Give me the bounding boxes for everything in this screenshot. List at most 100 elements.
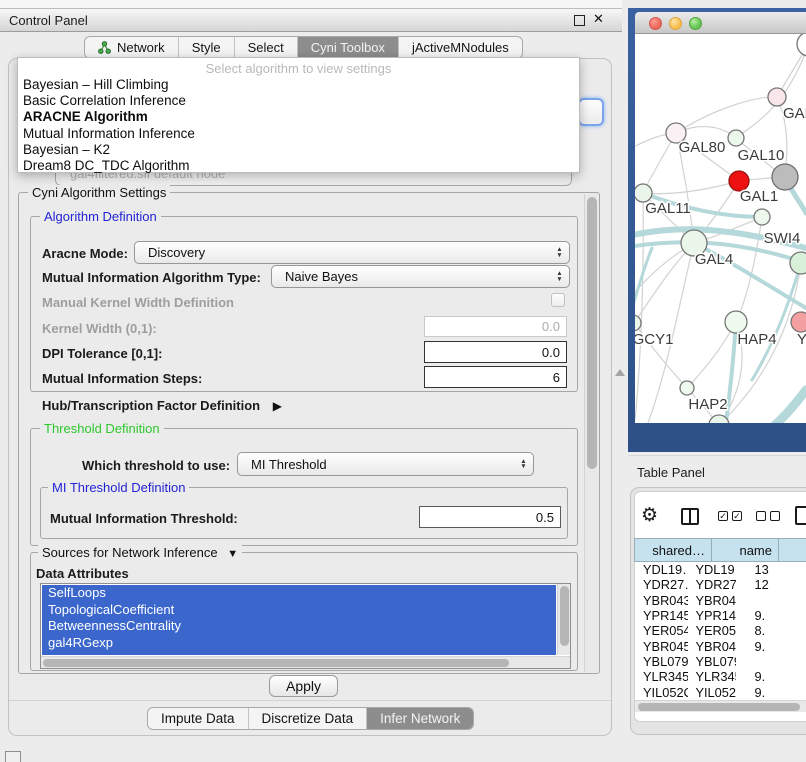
network-node-label: GAL [783, 105, 806, 122]
data-attributes-label: Data Attributes [36, 566, 129, 581]
network-edge [775, 390, 806, 423]
algorithm-option[interactable]: Basic Correlation Inference [18, 93, 579, 109]
table-cell: 9. [736, 639, 806, 654]
network-node-label: GAL10 [738, 147, 785, 164]
network-node-label: HAP4 [737, 331, 776, 348]
settings-gear-icon[interactable]: ⚙ [641, 503, 658, 529]
algorithm-option[interactable]: Dream8 DC_TDC Algorithm [18, 158, 579, 174]
apply-button[interactable]: Apply [269, 675, 338, 697]
table-cell: YER054C [688, 623, 735, 638]
table-row[interactable]: YDR27…YDR27…12 [634, 577, 806, 592]
algorithm-option[interactable]: Bayesian – Hill Climbing [18, 77, 579, 93]
hub-definition-toggle[interactable]: Hub/Transcription Factor Definition ▶ [42, 398, 282, 413]
table-cell: YDL19… [688, 562, 735, 577]
tab-jactivemnodules[interactable]: jActiveMNodules [399, 37, 522, 58]
checkbox-checked-icon[interactable]: ✓ [732, 511, 742, 521]
mi-algorithm-type-combobox[interactable]: Naive Bayes ▲▼ [271, 265, 570, 288]
mi-threshold-field[interactable]: 0.5 [419, 506, 561, 528]
sources-title[interactable]: Sources for Network Inference ▼ [38, 545, 242, 560]
manual-kernel-width-checkbox[interactable] [551, 293, 565, 307]
aracne-mode-combobox[interactable]: Discovery ▲▼ [134, 241, 570, 264]
table-row[interactable]: YPR145WYPR145W9. [634, 608, 806, 623]
algorithm-option[interactable]: Mutual Information Inference [18, 126, 579, 142]
table-row[interactable]: YER054CYER054C8. [634, 623, 806, 638]
list-horizontal-scrollbar[interactable] [41, 656, 570, 668]
tab-discretize-data[interactable]: Discretize Data [249, 708, 368, 729]
tab-select[interactable]: Select [235, 37, 298, 58]
network-node-gcy1[interactable] [635, 315, 641, 331]
tab-style[interactable]: Style [179, 37, 235, 58]
attribute-list-item[interactable]: TopologicalCoefficient [42, 602, 556, 619]
table-row[interactable]: YBR045CYBR045C9. [634, 638, 806, 653]
network-window-titlebar[interactable] [635, 12, 806, 34]
network-node-label: GAL80 [679, 139, 726, 156]
mi-steps-field[interactable]: 6 [424, 366, 567, 388]
mi-algorithm-type-label: Mutual Information Algorithm Type: [42, 270, 261, 285]
dpi-tolerance-field[interactable]: 0.0 [424, 341, 567, 363]
close-traffic-light-icon[interactable] [649, 17, 662, 30]
table-row[interactable]: YBR043CYBR043C [634, 593, 806, 608]
checkbox-checked-icon[interactable]: ✓ [718, 511, 728, 521]
float-window-icon[interactable] [574, 15, 585, 26]
column-header[interactable]: shared… [634, 538, 711, 562]
network-node-swi4[interactable] [754, 209, 770, 225]
table-cell: 9. [736, 669, 806, 684]
settings-vertical-scrollbar[interactable] [584, 194, 598, 672]
algorithm-option[interactable]: ARACNE Algorithm [18, 109, 579, 125]
algorithm-select-placeholder: Select algorithm to view settings [18, 60, 579, 77]
tab-impute-data[interactable]: Impute Data [148, 708, 249, 729]
export-table-icon[interactable] [795, 506, 806, 525]
close-icon[interactable]: ✕ [593, 11, 604, 27]
column-header[interactable]: name [711, 538, 778, 562]
data-attributes-list[interactable]: SelfLoopsTopologicalCoefficientBetweenne… [40, 583, 571, 669]
table-cell: YER054C [634, 623, 688, 638]
list-vertical-scrollbar[interactable] [557, 584, 570, 655]
inference-algorithm-combobox-fragment[interactable] [578, 98, 604, 126]
panel-corner-icon[interactable] [5, 751, 21, 762]
table-cell: 12 [736, 577, 806, 592]
tab-cyni-toolbox[interactable]: Cyni Toolbox [298, 37, 399, 58]
attribute-list-item[interactable]: gal4RGexp [42, 635, 556, 652]
table-cell: YBR045C [688, 639, 735, 654]
attribute-list-item[interactable]: SelfLoops [42, 585, 556, 602]
column-header[interactable] [778, 538, 806, 562]
splitter-handle[interactable] [615, 369, 625, 376]
tab-infer-network[interactable]: Infer Network [367, 708, 473, 729]
attribute-list-item[interactable]: BetweennessCentrality [42, 618, 556, 635]
table-horizontal-scrollbar[interactable] [635, 700, 806, 712]
table-row[interactable]: YIL052CYIL052C9. [634, 684, 806, 699]
table-row[interactable]: YBL079WYBL079W [634, 654, 806, 669]
network-edge [687, 322, 736, 388]
kernel-width-field[interactable]: 0.0 [424, 316, 567, 337]
table-rows: YDL19…YDL19…13YDR27…YDR27…12YBR043CYBR04… [634, 562, 806, 700]
network-node-hap2[interactable] [680, 381, 694, 395]
mi-threshold-label: Mutual Information Threshold: [50, 511, 238, 526]
which-threshold-combobox[interactable]: MI Threshold ▲▼ [237, 452, 534, 476]
checkbox-unchecked-icon[interactable] [770, 511, 780, 521]
algorithm-option[interactable]: Bayesian – K2 [18, 142, 579, 158]
zoom-traffic-light-icon[interactable] [689, 17, 702, 30]
manual-kernel-width-label: Manual Kernel Width Definition [42, 295, 234, 310]
network-node-hap4[interactable] [725, 311, 747, 333]
column-layout-icon[interactable] [681, 508, 699, 525]
network-node-y[interactable] [791, 312, 806, 332]
network-node[interactable] [790, 252, 806, 274]
checkbox-unchecked-icon[interactable] [756, 511, 766, 521]
table-panel-title: Table Panel [637, 465, 705, 480]
table-cell: YDR27… [688, 577, 735, 592]
tab-network[interactable]: Network [85, 37, 179, 58]
table-row[interactable]: YDL19…YDL19…13 [634, 562, 806, 577]
network-canvas[interactable]: GALGAL80GAL10GAL1GAL11GAL4SWI4GCY1HAP4YH… [635, 34, 806, 423]
network-node[interactable] [772, 164, 798, 190]
control-panel-tabbar: NetworkStyleSelectCyni ToolboxjActiveMNo… [84, 36, 523, 59]
network-node[interactable] [797, 34, 806, 56]
table-row[interactable]: YLR345WYLR345W9. [634, 669, 806, 684]
screen: Control Panel ✕ NetworkStyleSelectCyni T… [0, 0, 806, 762]
top-strip [0, 0, 622, 8]
threshold-definition-title: Threshold Definition [40, 421, 164, 436]
network-node-gal[interactable] [768, 88, 786, 106]
minimize-traffic-light-icon[interactable] [669, 17, 682, 30]
divider [9, 700, 611, 701]
network-node-gal10[interactable] [728, 130, 744, 146]
algorithm-definition-title: Algorithm Definition [40, 209, 161, 224]
